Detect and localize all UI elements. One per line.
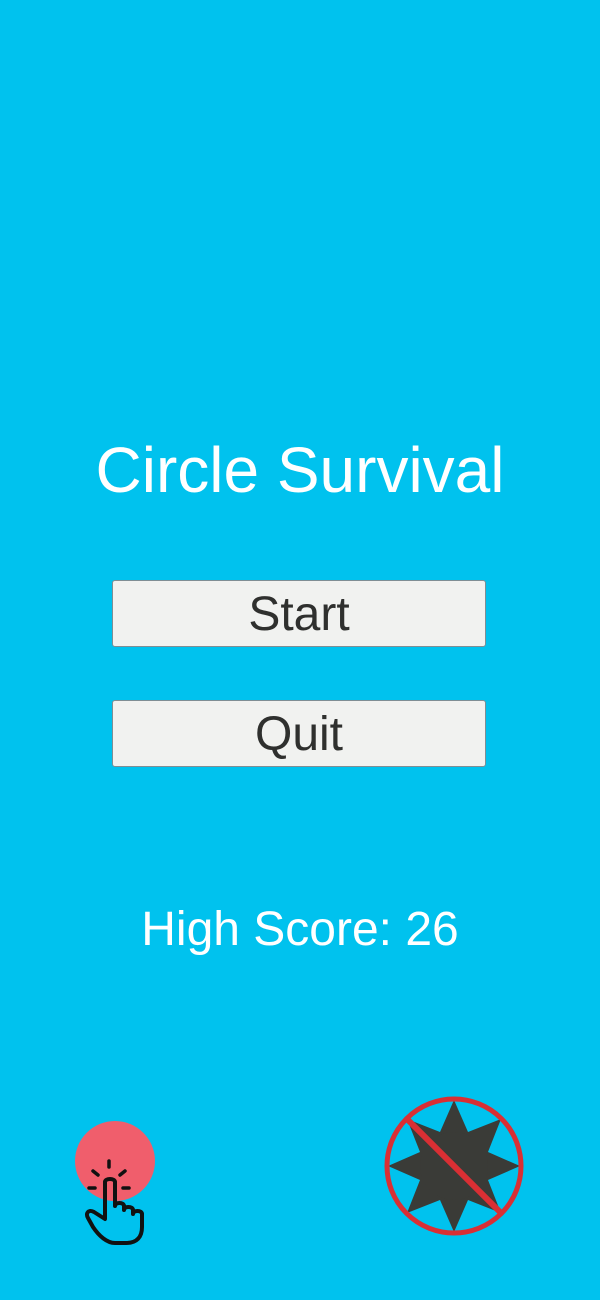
high-score-label: High Score: 26 bbox=[141, 903, 459, 956]
start-button[interactable]: Start bbox=[112, 580, 486, 647]
game-title: Circle Survival bbox=[95, 434, 505, 506]
tap-circle-hint bbox=[70, 1115, 170, 1255]
no-spiked-mine-icon bbox=[384, 1096, 524, 1236]
tap-circle-icon bbox=[75, 1121, 155, 1245]
quit-button[interactable]: Quit bbox=[112, 700, 486, 767]
avoid-mine-hint bbox=[380, 1092, 528, 1240]
